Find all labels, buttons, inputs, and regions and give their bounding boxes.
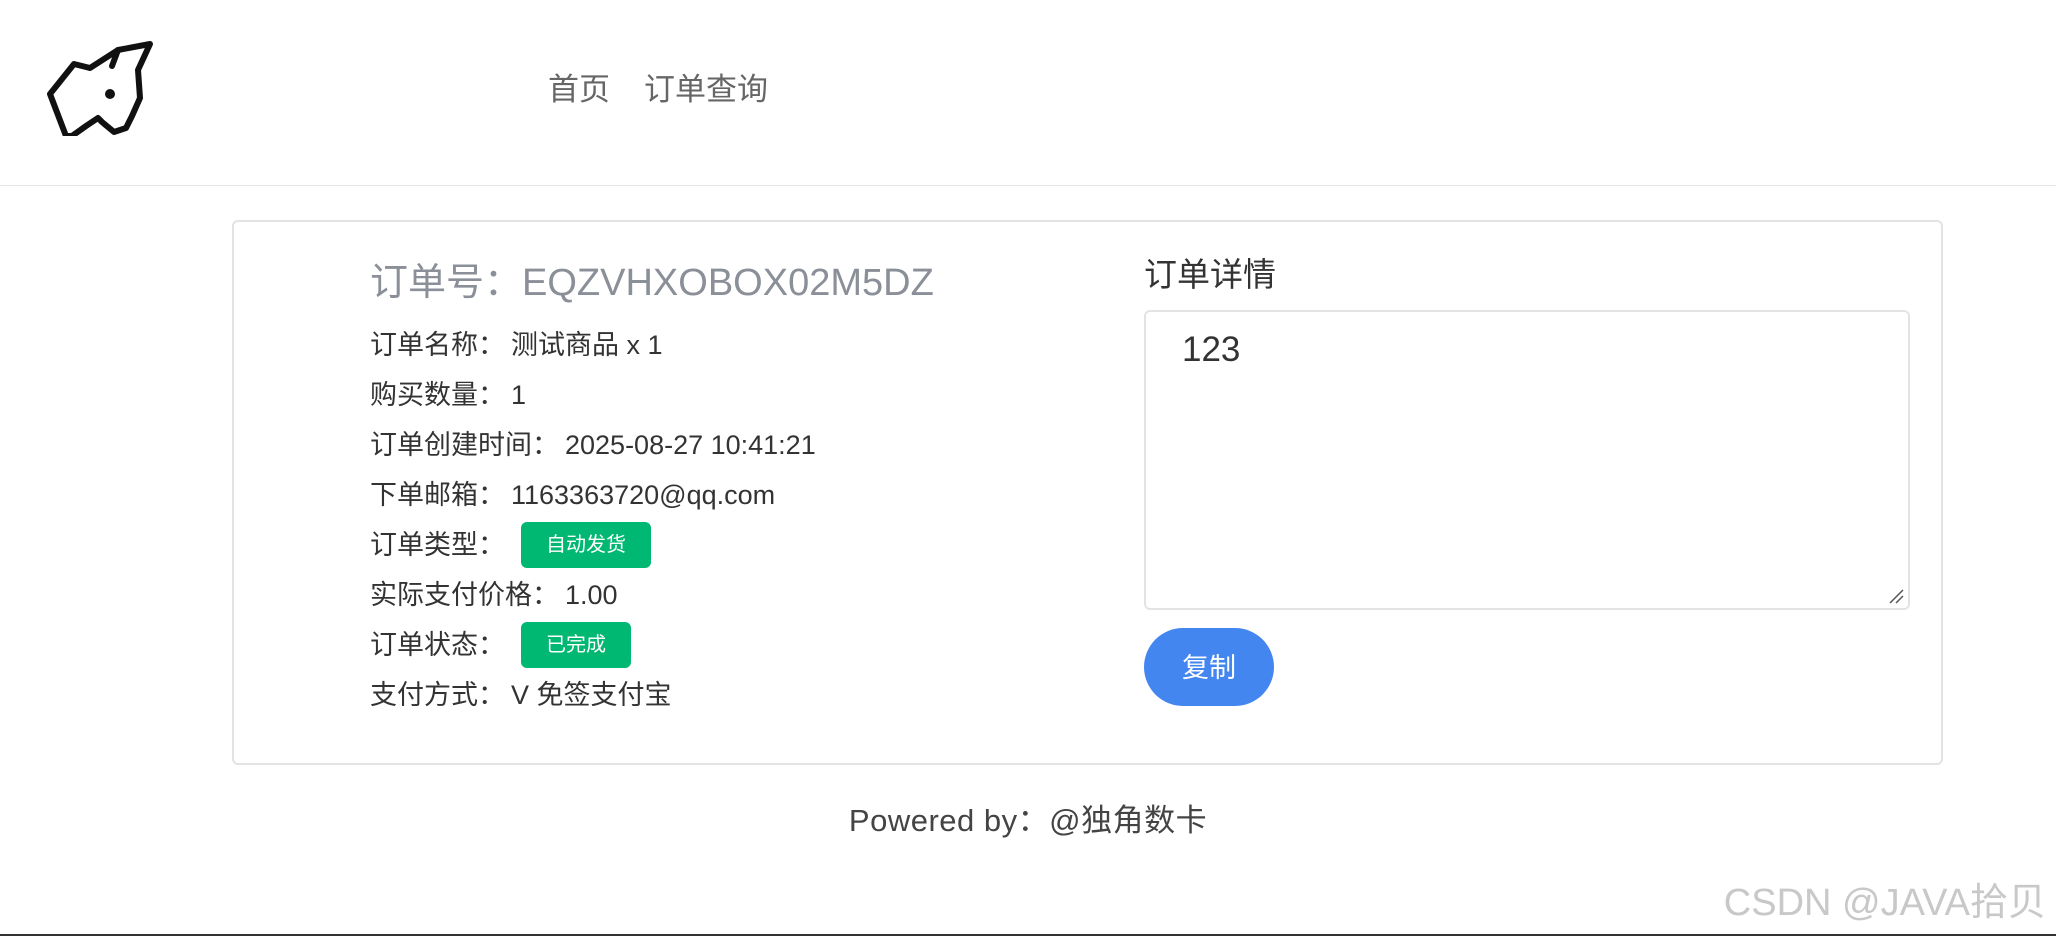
order-number-heading: 订单号：EQZVHXOBOX02M5DZ: [370, 258, 1020, 308]
footer-powered-by: Powered by：@独角数卡: [848, 803, 1208, 838]
order-status-row: 订单状态： 已完成: [370, 620, 1020, 670]
order-created-label: 订单创建时间：: [370, 430, 559, 460]
order-detail-content: 123: [1182, 330, 1241, 369]
order-payment-value: V 免签支付宝: [511, 680, 672, 710]
order-price-label: 实际支付价格：: [370, 580, 559, 610]
order-price-value: 1.00: [565, 580, 618, 610]
order-payment-row: 支付方式： V 免签支付宝: [370, 670, 1020, 720]
order-created-row: 订单创建时间： 2025-08-27 10:41:21: [370, 420, 1020, 470]
order-email-row: 下单邮箱： 1163363720@qq.com: [370, 470, 1020, 520]
order-name-value: 测试商品 x 1: [511, 330, 663, 360]
copy-button[interactable]: 复制: [1144, 628, 1274, 706]
order-payment-label: 支付方式：: [370, 680, 505, 710]
main-nav: 首页 订单查询: [548, 70, 802, 110]
resize-grip-icon[interactable]: [1888, 588, 1904, 604]
order-quantity-label: 购买数量：: [370, 380, 505, 410]
order-type-badge: 自动发货: [521, 522, 651, 568]
order-created-value: 2025-08-27 10:41:21: [565, 430, 816, 460]
order-type-label: 订单类型：: [370, 530, 505, 560]
nav-home-link[interactable]: 首页: [548, 70, 610, 110]
order-status-badge: 已完成: [521, 622, 631, 668]
unicorn-logo-icon[interactable]: [44, 40, 154, 136]
site-header: 首页 订单查询: [0, 0, 2056, 186]
order-card: 订单号：EQZVHXOBOX02M5DZ 订单名称： 测试商品 x 1 购买数量…: [232, 220, 1943, 765]
order-price-row: 实际支付价格： 1.00: [370, 570, 1020, 620]
order-quantity-value: 1: [511, 380, 527, 410]
order-number-value: EQZVHXOBOX02M5DZ: [522, 262, 934, 304]
order-number-label: 订单号：: [370, 262, 523, 304]
watermark-text: CSDN @JAVA拾贝: [1723, 882, 2046, 924]
order-type-row: 订单类型： 自动发货: [370, 520, 1020, 570]
order-info: 订单号：EQZVHXOBOX02M5DZ 订单名称： 测试商品 x 1 购买数量…: [370, 258, 1020, 720]
order-email-label: 下单邮箱：: [370, 480, 505, 510]
order-email-value: 1163363720@qq.com: [511, 480, 776, 510]
order-name-label: 订单名称：: [370, 330, 505, 360]
order-detail-textarea[interactable]: 123: [1144, 310, 1910, 610]
order-detail-title: 订单详情: [1144, 256, 1276, 293]
order-status-label: 订单状态：: [370, 630, 505, 660]
nav-order-query-link[interactable]: 订单查询: [644, 70, 768, 110]
order-name-row: 订单名称： 测试商品 x 1: [370, 320, 1020, 370]
order-quantity-row: 购买数量： 1: [370, 370, 1020, 420]
order-detail-panel: 订单详情 123 复制: [1144, 250, 1910, 706]
